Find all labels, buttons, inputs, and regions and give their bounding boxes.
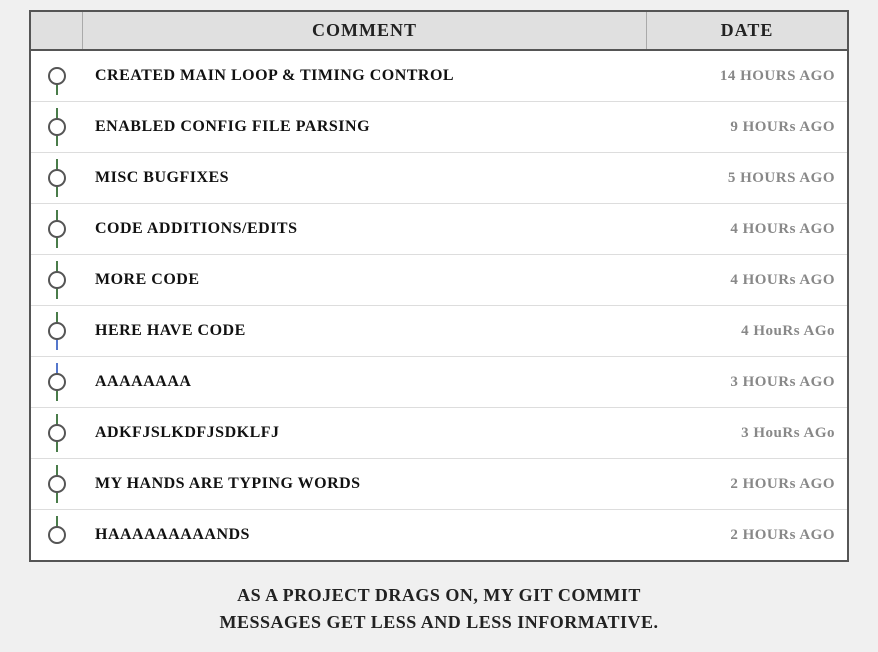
icon-container — [35, 108, 79, 146]
commit-icon-cell — [31, 204, 83, 254]
commit-date: 3 HOURs AGO — [647, 366, 847, 399]
commit-date: 2 HOURs AGO — [647, 468, 847, 501]
commit-date: 3 HouRs AGo — [647, 417, 847, 450]
commit-icon-cell — [31, 510, 83, 560]
table-row: ADKFJSLKDFJSDKLFJ3 HouRs AGo — [31, 408, 847, 459]
table-body: CREATED MAIN LOOP & TIMING CONTROL14 HOU… — [31, 51, 847, 560]
commit-comment: CODE ADDITIONS/EDITS — [83, 212, 647, 246]
commit-date: 2 HOURs AGO — [647, 519, 847, 552]
commit-icon-cell — [31, 255, 83, 305]
header-date: DATE — [647, 12, 847, 49]
commit-table: COMMENT DATE CREATED MAIN LOOP & TIMING … — [29, 10, 849, 562]
commit-circle — [48, 373, 66, 391]
commit-icon-cell — [31, 357, 83, 407]
main-container: COMMENT DATE CREATED MAIN LOOP & TIMING … — [19, 0, 859, 652]
icon-container — [35, 363, 79, 401]
commit-date: 5 HOURS AGO — [647, 162, 847, 195]
table-row: CODE ADDITIONS/EDITS4 HOURs AGO — [31, 204, 847, 255]
commit-circle — [48, 526, 66, 544]
commit-comment: ADKFJSLKDFJSDKLFJ — [83, 416, 647, 450]
commit-circle — [48, 169, 66, 187]
table-row: AAAAAAAA3 HOURs AGO — [31, 357, 847, 408]
commit-circle — [48, 475, 66, 493]
table-header: COMMENT DATE — [31, 12, 847, 51]
commit-icon-cell — [31, 306, 83, 356]
commit-icon-cell — [31, 408, 83, 458]
commit-comment: MISC BUGFIXES — [83, 161, 647, 195]
commit-comment: HERE HAVE CODE — [83, 314, 647, 348]
table-row: MY HANDS ARE TYPING WORDS2 HOURs AGO — [31, 459, 847, 510]
commit-circle — [48, 271, 66, 289]
table-row: HERE HAVE CODE4 HouRs AGo — [31, 306, 847, 357]
commit-circle — [48, 118, 66, 136]
icon-container — [35, 210, 79, 248]
icon-container — [35, 159, 79, 197]
commit-comment: MORE CODE — [83, 263, 647, 297]
commit-circle — [48, 67, 66, 85]
commit-date: 14 HOURS AGO — [647, 60, 847, 93]
caption-line2: MESSAGES GET LESS AND LESS INFORMATIVE. — [39, 609, 839, 636]
table-row: ENABLED CONFIG FILE PARSING9 HOURs AGO — [31, 102, 847, 153]
table-row: HAAAAAAAAANDS2 HOURs AGO — [31, 510, 847, 560]
commit-comment: HAAAAAAAAANDS — [83, 518, 647, 552]
icon-container — [35, 57, 79, 95]
commit-date: 4 HOURs AGO — [647, 264, 847, 297]
commit-comment: MY HANDS ARE TYPING WORDS — [83, 467, 647, 501]
commit-comment: ENABLED CONFIG FILE PARSING — [83, 110, 647, 144]
icon-container — [35, 261, 79, 299]
caption: AS A PROJECT DRAGS ON, MY GIT COMMIT MES… — [29, 576, 849, 642]
table-row: CREATED MAIN LOOP & TIMING CONTROL14 HOU… — [31, 51, 847, 102]
commit-comment: AAAAAAAA — [83, 365, 647, 399]
header-comment: COMMENT — [83, 12, 647, 49]
caption-line1: AS A PROJECT DRAGS ON, MY GIT COMMIT — [39, 582, 839, 609]
table-row: MISC BUGFIXES5 HOURS AGO — [31, 153, 847, 204]
header-icon-col — [31, 12, 83, 49]
icon-container — [35, 414, 79, 452]
commit-date: 4 HouRs AGo — [647, 315, 847, 348]
commit-icon-cell — [31, 153, 83, 203]
table-row: MORE CODE4 HOURs AGO — [31, 255, 847, 306]
commit-circle — [48, 424, 66, 442]
commit-date: 9 HOURs AGO — [647, 111, 847, 144]
commit-circle — [48, 220, 66, 238]
commit-icon-cell — [31, 459, 83, 509]
commit-comment: CREATED MAIN LOOP & TIMING CONTROL — [83, 59, 647, 93]
commit-date: 4 HOURs AGO — [647, 213, 847, 246]
icon-container — [35, 312, 79, 350]
icon-container — [35, 516, 79, 554]
commit-icon-cell — [31, 102, 83, 152]
icon-container — [35, 465, 79, 503]
commit-circle — [48, 322, 66, 340]
commit-icon-cell — [31, 51, 83, 101]
